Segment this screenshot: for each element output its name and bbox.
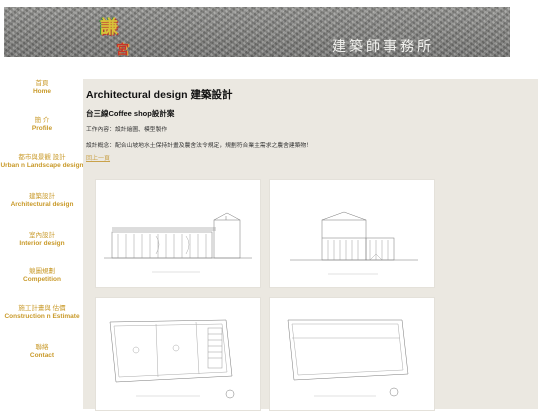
project-title: 台三線Coffee shop設計案	[86, 109, 175, 118]
work-content-text: 工作內容：設計繪圖、模型製作	[86, 127, 168, 133]
drawing-thumbnail-3[interactable]	[95, 297, 261, 411]
firm-name: 建築師事務所	[332, 39, 434, 55]
nav-contact-en: Contact	[29, 351, 55, 359]
nav-profile-zh: 簡 介	[34, 117, 50, 124]
nav-construction-estimate-zh: 施工計畫與 估價	[18, 305, 66, 312]
nav-interior-design-zh: 室內設計	[29, 232, 55, 239]
nav-home-en: Home	[32, 87, 52, 95]
nav-home[interactable]: 首頁 Home	[0, 80, 84, 95]
back-link[interactable]: 回上一頁	[86, 153, 110, 162]
logo-glyph-1: 謙	[100, 17, 118, 38]
nav-contact-zh: 聯絡	[35, 344, 49, 351]
nav-competition[interactable]: 競圖規劃 Competition	[0, 268, 84, 283]
floor-plan-drawing-2	[287, 319, 409, 397]
nav-contact[interactable]: 聯絡 Contact	[0, 344, 84, 359]
nav-architectural-design-en: Architectural design	[10, 200, 74, 208]
nav-profile[interactable]: 簡 介 Profile	[0, 117, 84, 132]
firm-logo[interactable]: 謙 宮	[96, 11, 136, 58]
nav-home-zh: 首頁	[35, 80, 49, 87]
nav-construction-estimate[interactable]: 施工計畫與 估價 Construction n Estimate	[0, 305, 84, 320]
elevation-drawing-1	[104, 212, 252, 273]
nav-urban-landscape-en: Urban n Landscape design	[0, 161, 84, 169]
drawing-thumbnail-4[interactable]	[269, 297, 435, 411]
content-panel: Architectural design 建築設計 台三線Coffee shop…	[83, 79, 538, 411]
header-banner: 謙 宮 建築師事務所	[4, 7, 510, 58]
nav-architectural-design[interactable]: 建築設計 Architectural design	[0, 193, 84, 208]
nav-urban-landscape[interactable]: 都市與景觀 設計 Urban n Landscape design	[0, 154, 84, 169]
nav-competition-en: Competition	[23, 275, 61, 283]
nav-competition-zh: 競圖規劃	[29, 268, 55, 275]
nav-profile-en: Profile	[31, 124, 53, 132]
nav-interior-design[interactable]: 室內設計 Interior design	[0, 232, 84, 247]
drawing-thumbnail-1[interactable]	[95, 179, 261, 288]
drawing-thumbnail-2[interactable]	[269, 179, 435, 288]
page-title: Architectural design 建築設計	[86, 89, 233, 101]
floor-plan-drawing-1	[109, 319, 235, 399]
logo-glyph-2: 宮	[116, 43, 130, 58]
nav-interior-design-en: Interior design	[19, 239, 65, 247]
nav-urban-landscape-zh: 都市與景觀 設計	[18, 154, 66, 161]
elevation-drawing-2	[290, 211, 418, 275]
nav-architectural-design-zh: 建築設計	[29, 193, 55, 200]
design-concept-text: 設計概念：配合山坡地水土保持計畫及農舍法令規定，規劃符合業主需求之農舍建築物！	[86, 143, 313, 149]
nav-construction-estimate-en: Construction n Estimate	[4, 312, 80, 320]
